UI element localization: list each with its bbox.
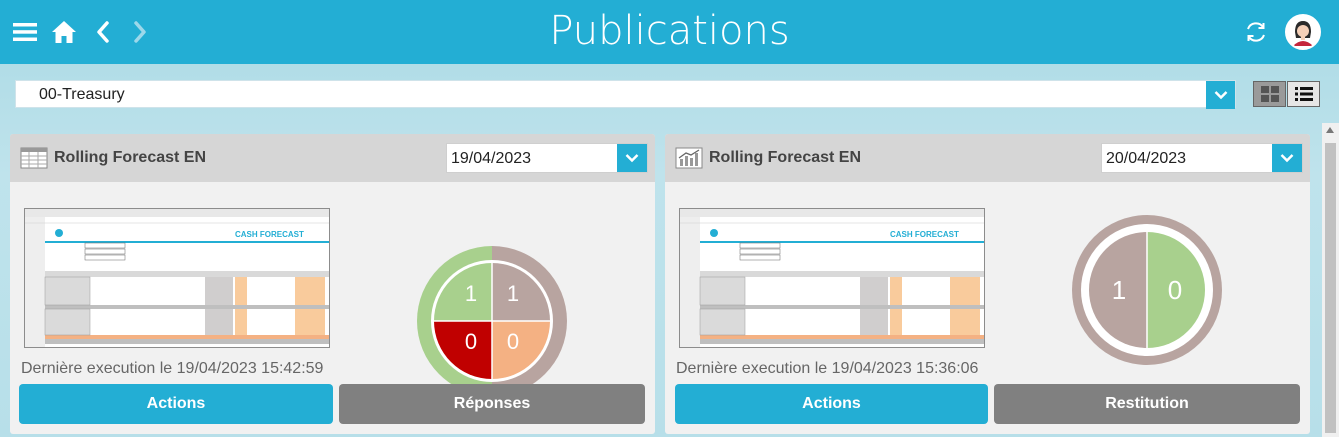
last-execution-text: Dernière execution le 19/04/2023 15:42:5… <box>21 360 324 377</box>
chevron-down-icon[interactable] <box>617 144 647 172</box>
chevron-down-icon[interactable] <box>1272 144 1302 172</box>
report-thumbnail[interactable]: CASH FORECAST <box>24 208 330 348</box>
folder-selector-value: 00-Treasury <box>39 86 125 103</box>
card-header: Rolling Forecast EN 19/04/2023 <box>10 134 655 182</box>
grid-view-icon[interactable] <box>1253 81 1286 107</box>
thumbnail-title: CASH FORECAST <box>890 230 959 239</box>
responses-button[interactable]: Réponses <box>339 384 645 424</box>
spreadsheet-icon <box>20 146 48 170</box>
chart-icon <box>675 146 703 170</box>
segment-value: 1 <box>465 281 477 306</box>
app-header: Publications <box>0 0 1339 64</box>
segment-value: 1 <box>1112 275 1126 305</box>
segment-value: 1 <box>507 281 519 306</box>
card-title: Rolling Forecast EN <box>54 149 207 166</box>
report-thumbnail[interactable]: CASH FORECAST <box>679 208 985 348</box>
status-donut-chart[interactable]: 1 1 0 0 <box>417 246 567 401</box>
card-header: Rolling Forecast EN 20/04/2023 <box>665 134 1310 182</box>
last-execution-text: Dernière execution le 19/04/2023 15:36:0… <box>676 360 979 377</box>
actions-button[interactable]: Actions <box>19 384 333 424</box>
card-title: Rolling Forecast EN <box>709 149 862 166</box>
chevron-down-icon[interactable] <box>1206 81 1235 109</box>
status-donut-chart[interactable]: 1 0 <box>1072 215 1222 370</box>
thumbnail-title: CASH FORECAST <box>235 230 304 239</box>
publication-card: Rolling Forecast EN 20/04/2023 CASH FORE… <box>665 134 1310 434</box>
segment-value: 0 <box>507 329 519 354</box>
date-select[interactable]: 19/04/2023 <box>446 143 648 173</box>
user-avatar[interactable] <box>1285 14 1321 50</box>
actions-button[interactable]: Actions <box>675 384 988 424</box>
list-view-icon[interactable] <box>1287 81 1320 107</box>
date-value: 19/04/2023 <box>451 150 532 167</box>
segment-value: 0 <box>1168 275 1182 305</box>
page-title: Publications <box>549 8 790 54</box>
publication-card: Rolling Forecast EN 19/04/2023 CASH FORE… <box>10 134 655 434</box>
folder-selector[interactable]: 00-Treasury <box>15 80 1236 109</box>
restitution-button[interactable]: Restitution <box>994 384 1300 424</box>
date-value: 20/04/2023 <box>1106 150 1187 167</box>
vertical-scrollbar[interactable] <box>1322 123 1339 437</box>
refresh-icon[interactable] <box>1243 14 1269 50</box>
scroll-up-icon[interactable] <box>1326 127 1334 133</box>
date-select[interactable]: 20/04/2023 <box>1101 143 1303 173</box>
segment-value: 0 <box>465 329 477 354</box>
scroll-thumb[interactable] <box>1325 143 1336 433</box>
